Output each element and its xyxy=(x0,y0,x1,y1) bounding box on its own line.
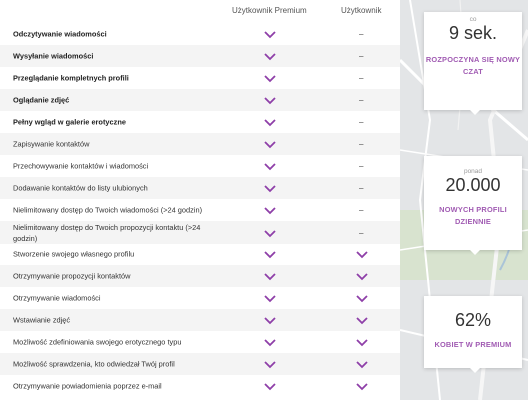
check-icon xyxy=(264,75,276,83)
feature-label: Stworzenie swojego własnego profilu xyxy=(13,249,135,259)
feature-comparison-table: Użytkownik Premium Użytkownik Odczytywan… xyxy=(0,0,400,400)
check-icon xyxy=(356,317,368,325)
stat-card-chat: co 9 sek. ROZPOCZYNA SIĘ NOWY CZAT xyxy=(424,12,522,115)
feature-label: Pełny wgląd w galerie erotyczne xyxy=(13,117,126,127)
stat-card-profiles: ponad 20.000 NOWYCH PROFILI DZIENNIE xyxy=(424,156,522,255)
check-icon xyxy=(264,53,276,61)
feature-label: Otrzymywanie propozycji kontaktów xyxy=(13,271,131,281)
feature-label: Dodawanie kontaktów do listy ulubionych xyxy=(13,183,148,193)
dash-icon: – xyxy=(359,161,364,171)
check-icon xyxy=(356,383,368,391)
dash-icon: – xyxy=(359,227,364,237)
stat-prefix: co xyxy=(469,16,477,23)
feature-label: Przechowywanie kontaktów i wiadomości xyxy=(13,161,149,171)
dash-icon: – xyxy=(359,95,364,105)
stat-card-premium-women: 62% KOBIET W PREMIUM xyxy=(424,296,522,373)
feature-label: Nielimitowany dostęp do Twoich wiadomośc… xyxy=(13,205,203,215)
check-icon xyxy=(264,317,276,325)
table-row: Otrzymywanie wiadomości xyxy=(0,287,400,309)
dash-icon: – xyxy=(359,117,364,127)
check-icon xyxy=(264,30,276,38)
stat-caption: ROZPOCZYNA SIĘ NOWY CZAT xyxy=(425,55,521,76)
dash-icon: – xyxy=(359,73,364,83)
check-icon xyxy=(264,339,276,347)
check-icon xyxy=(264,185,276,193)
table-row: Możliwość sprawdzenia, kto odwiedzał Twó… xyxy=(0,353,400,375)
check-icon xyxy=(356,361,368,369)
check-icon xyxy=(356,273,368,281)
check-icon xyxy=(264,295,276,303)
card-pointer xyxy=(469,367,481,373)
feature-label: Zapisywanie kontaktów xyxy=(13,139,90,149)
table-row: Nielimitowany dostęp do Twoich wiadomośc… xyxy=(0,199,400,221)
feature-label: Odczytywanie wiadomości xyxy=(13,29,107,38)
feature-label: Otrzymywanie wiadomości xyxy=(13,293,101,303)
check-icon xyxy=(264,383,276,391)
check-icon xyxy=(264,251,276,259)
stat-prefix: ponad xyxy=(463,168,483,175)
check-icon xyxy=(264,163,276,171)
check-icon xyxy=(264,273,276,281)
stat-value: 20.000 xyxy=(445,175,501,195)
dash-icon: – xyxy=(359,183,364,193)
feature-label: Otrzymywanie powiadomienia poprzez e-mai… xyxy=(13,381,162,391)
check-icon xyxy=(356,295,368,303)
card-pointer xyxy=(469,109,481,115)
feature-label: Możliwość sprawdzenia, kto odwiedzał Twó… xyxy=(13,359,175,369)
dash-icon: – xyxy=(359,205,364,215)
table-row: Możliwość zdefiniowania swojego erotyczn… xyxy=(0,331,400,353)
feature-label: Nielimitowany dostęp do Twoich propozycj… xyxy=(13,222,201,243)
dash-icon: – xyxy=(359,28,364,38)
card-pointer xyxy=(469,249,481,255)
feature-label: Możliwość zdefiniowania swojego erotyczn… xyxy=(13,337,182,347)
table-row: Otrzymywanie powiadomienia poprzez e-mai… xyxy=(0,375,400,397)
feature-label: Wstawianie zdjęć xyxy=(13,315,71,325)
table-row: Odczytywanie wiadomości – xyxy=(0,22,400,45)
stats-panel: co 9 sek. ROZPOCZYNA SIĘ NOWY CZAT ponad… xyxy=(400,0,528,400)
check-icon xyxy=(264,361,276,369)
check-icon xyxy=(356,251,368,259)
stat-value: 62% xyxy=(454,310,492,330)
table-row: Pełny wgląd w galerie erotyczne – xyxy=(0,111,400,133)
table-row: Dodawanie kontaktów do listy ulubionych – xyxy=(0,177,400,199)
check-icon xyxy=(264,97,276,105)
table-row: Wstawianie zdjęć xyxy=(0,309,400,331)
feature-label: Przeglądanie kompletnych profili xyxy=(13,73,129,83)
table-row: Otrzymywanie propozycji kontaktów xyxy=(0,265,400,287)
check-icon xyxy=(356,339,368,347)
check-icon xyxy=(264,141,276,149)
dash-icon: – xyxy=(359,51,364,61)
table-row: Przechowywanie kontaktów i wiadomości – xyxy=(0,155,400,177)
stat-caption: KOBIET W PREMIUM xyxy=(434,340,512,349)
table-row: Zapisywanie kontaktów – xyxy=(0,133,400,155)
table-row: Przeglądanie kompletnych profili – xyxy=(0,67,400,89)
table-row: Oglądanie zdjęć – xyxy=(0,89,400,111)
feature-label: Wysyłanie wiadomości xyxy=(13,51,94,61)
table-row: Wysyłanie wiadomości – xyxy=(0,45,400,67)
feature-label: Oglądanie zdjęć xyxy=(13,95,70,105)
check-icon xyxy=(264,229,276,237)
dash-icon: – xyxy=(359,139,364,149)
stat-value: 9 sek. xyxy=(448,23,498,43)
table-row: Nielimitowany dostęp do Twoich propozycj… xyxy=(0,221,400,244)
check-icon xyxy=(264,207,276,215)
check-icon xyxy=(264,119,276,127)
table-row: Stworzenie swojego własnego profilu xyxy=(0,243,400,265)
stat-caption: NOWYCH PROFILI DZIENNIE xyxy=(439,205,507,226)
